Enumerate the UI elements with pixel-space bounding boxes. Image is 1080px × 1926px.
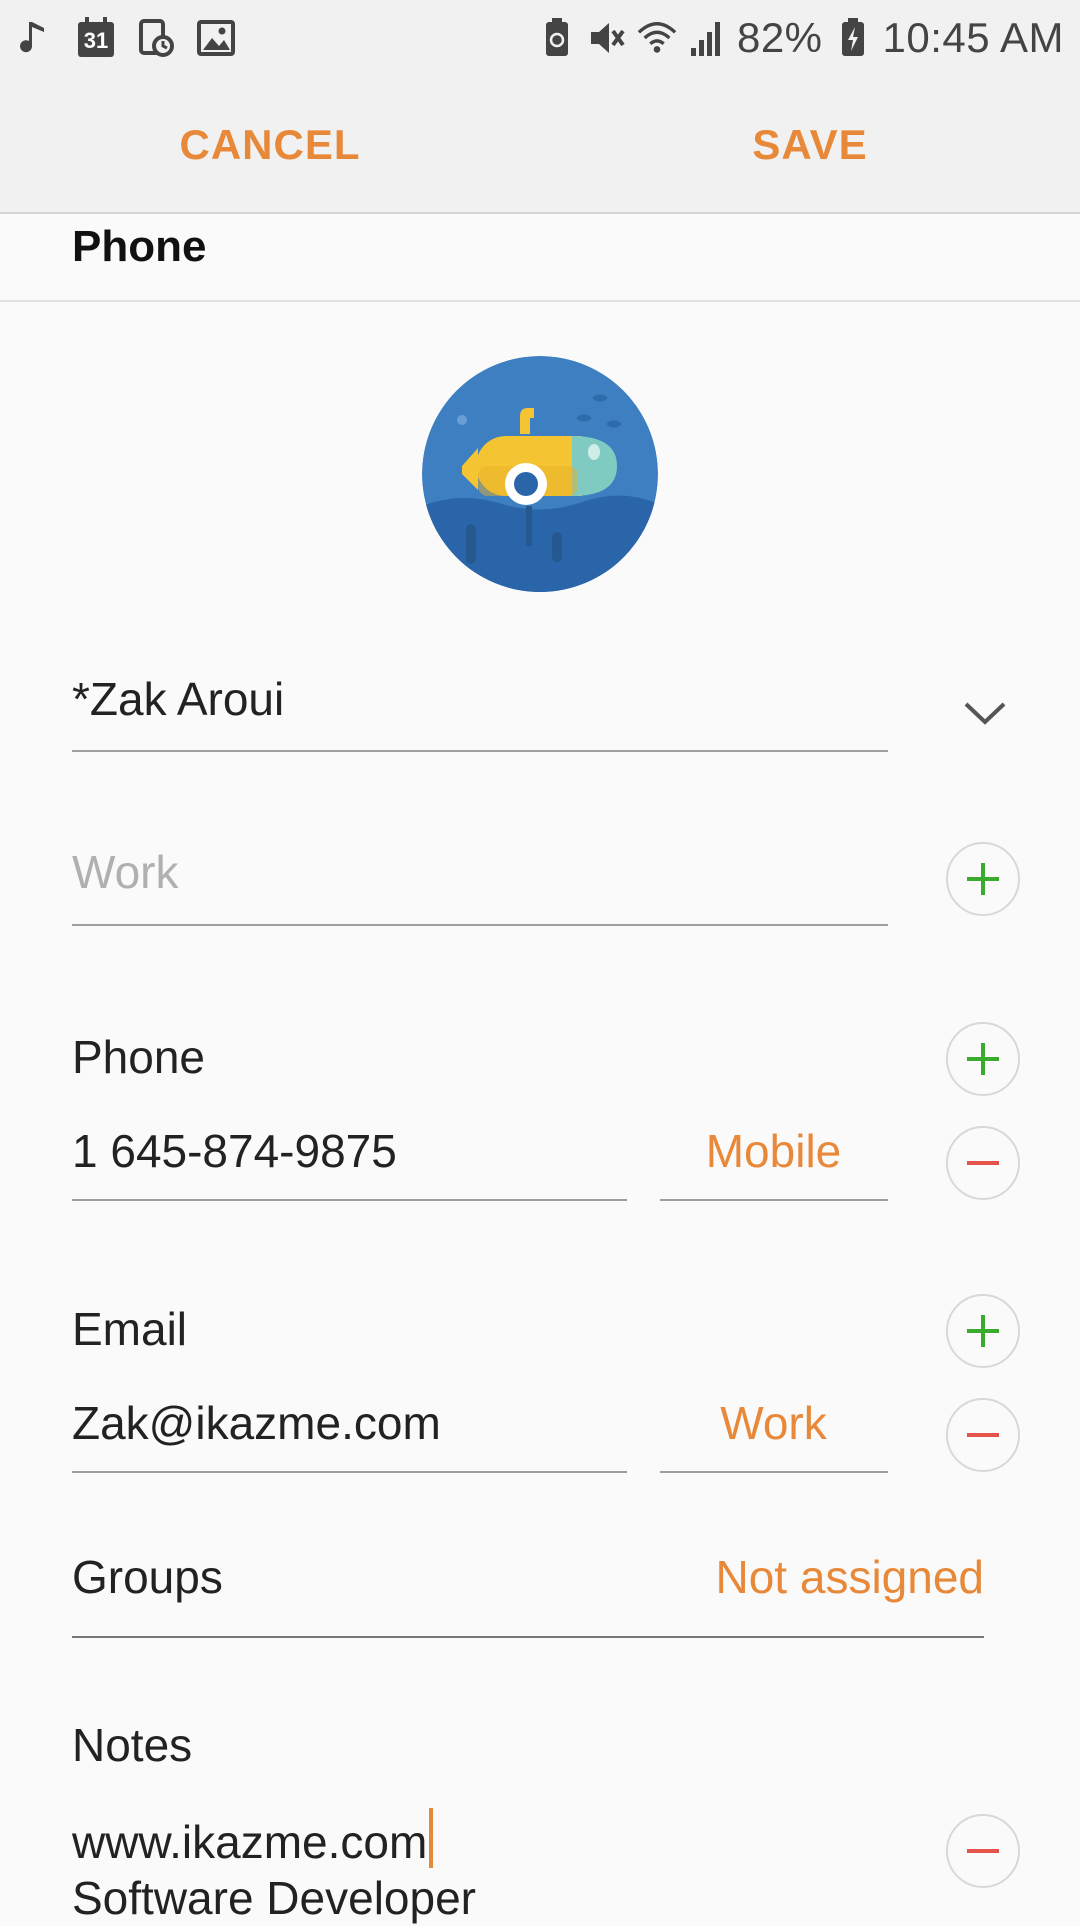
plus-icon [967, 863, 999, 895]
status-left-icons: 31 [16, 14, 236, 62]
status-bar: 31 82% 10:45 AM [0, 0, 1080, 76]
groups-row[interactable]: Groups Not assigned [72, 1530, 984, 1640]
minus-icon [967, 1161, 999, 1165]
minus-icon [967, 1849, 999, 1853]
battery-percent: 82% [736, 14, 823, 61]
music-note-icon [16, 18, 56, 58]
chevron-down-icon[interactable] [960, 696, 1010, 732]
section-title: Phone [72, 222, 207, 271]
groups-label: Groups [72, 1551, 223, 1603]
phone-type-underline [660, 1199, 888, 1201]
cancel-button[interactable]: CANCEL [0, 76, 540, 214]
email-label: Email [72, 1303, 188, 1355]
notes-line-1-text: www.ikazme.com [72, 1816, 428, 1868]
email-underline [72, 1471, 627, 1473]
notes-field[interactable]: www.ikazme.com Software Developer [72, 1808, 872, 1926]
notes-line-2: Software Developer [72, 1872, 476, 1924]
calendar-icon: 31 [76, 17, 116, 58]
wifi-icon [637, 18, 677, 58]
text-cursor [429, 1808, 434, 1868]
groups-value: Not assigned [715, 1551, 985, 1603]
signal-icon [687, 18, 727, 58]
phone-label: Phone [72, 1031, 206, 1083]
battery-saver-icon [537, 18, 577, 58]
groups-underline [72, 1636, 984, 1638]
add-email-button[interactable] [946, 1294, 1020, 1368]
plus-icon [967, 1315, 999, 1347]
contact-avatar[interactable] [422, 356, 658, 592]
status-right-icons: 82% 10:45 AM [537, 8, 1064, 68]
notes-line-1: www.ikazme.com [72, 1808, 872, 1870]
remove-phone-button[interactable] [946, 1126, 1020, 1200]
add-phone-button[interactable] [946, 1022, 1020, 1096]
name-underline [72, 750, 888, 752]
mute-icon [587, 18, 627, 58]
plus-icon [967, 1043, 999, 1075]
screenshot-icon [136, 18, 176, 58]
submarine-avatar-icon [422, 356, 658, 592]
save-button[interactable]: SAVE [540, 76, 1080, 214]
phone-number-underline [72, 1199, 627, 1201]
remove-email-button[interactable] [946, 1398, 1020, 1472]
phone-number-field[interactable]: 1 645-874-9875 [72, 1124, 397, 1178]
company-field[interactable]: Work [72, 845, 179, 899]
action-bar: CANCEL SAVE [0, 76, 1080, 214]
gallery-icon [196, 18, 236, 58]
email-type-selector[interactable]: Work [660, 1396, 887, 1450]
name-field[interactable]: *Zak Aroui [72, 672, 284, 726]
company-underline [72, 924, 888, 926]
minus-icon [967, 1433, 999, 1437]
clock: 10:45 AM [882, 14, 1064, 61]
email-type-underline [660, 1471, 888, 1473]
battery-charging-icon [833, 18, 873, 58]
phone-type-selector[interactable]: Mobile [660, 1124, 887, 1178]
calendar-day: 31 [83, 28, 109, 53]
add-organization-button[interactable] [946, 842, 1020, 916]
storage-section-header: Phone [0, 214, 1080, 302]
notes-label: Notes [72, 1719, 193, 1771]
remove-notes-button[interactable] [946, 1814, 1020, 1888]
email-field[interactable]: Zak@ikazme.com [72, 1396, 441, 1450]
